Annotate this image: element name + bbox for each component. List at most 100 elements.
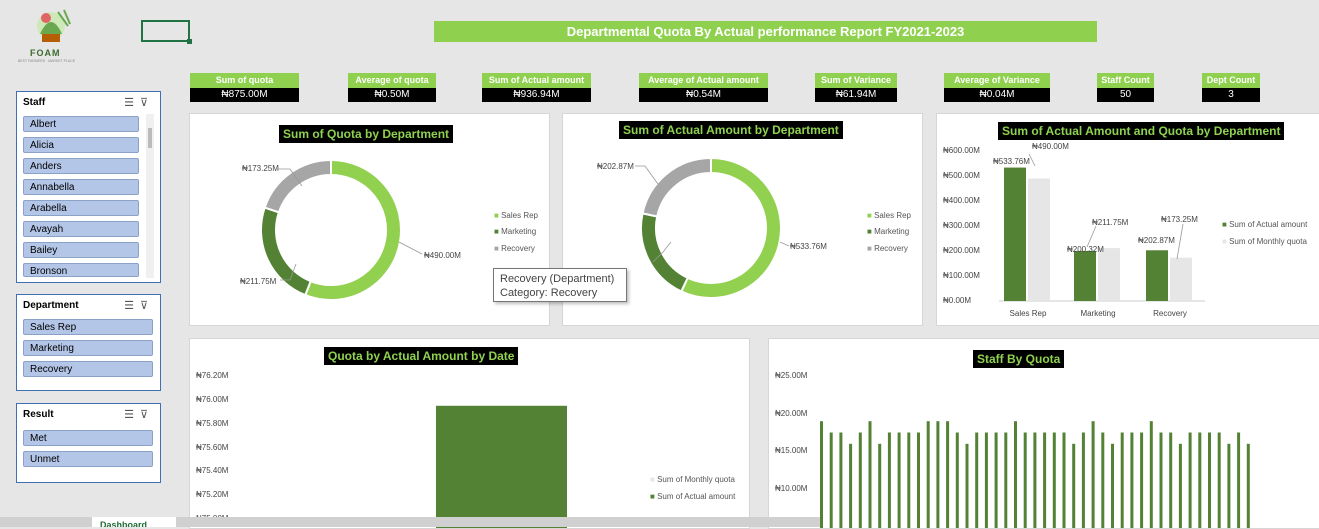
donut-slice[interactable] xyxy=(303,158,402,301)
bar[interactable] xyxy=(907,432,911,529)
multi-select-icon[interactable]: ☰ xyxy=(124,97,140,109)
bar[interactable] xyxy=(1062,432,1066,529)
clustered-bar-chart[interactable]: Sum of Actual Amount and Quota by Depart… xyxy=(936,113,1319,326)
slicer-item[interactable]: Anders xyxy=(23,158,139,174)
data-label: ₦533.76M xyxy=(790,242,827,251)
bar[interactable] xyxy=(436,405,567,528)
data-label: ₦211.75M xyxy=(1092,218,1129,227)
bar[interactable] xyxy=(1072,443,1076,528)
kpi-label: Staff Count xyxy=(1097,73,1154,88)
bar[interactable] xyxy=(975,432,979,529)
scrollbar[interactable] xyxy=(146,114,154,278)
bar[interactable] xyxy=(1004,167,1026,301)
bar[interactable] xyxy=(1052,432,1056,529)
bar[interactable] xyxy=(994,432,998,529)
bar[interactable] xyxy=(1208,432,1211,529)
kpi-value: ₦0.54M xyxy=(639,88,768,102)
clear-filter-icon[interactable]: ⊽ xyxy=(140,409,154,421)
legend-item: ■ Sales Rep xyxy=(867,211,911,220)
slicer-item[interactable]: Marketing xyxy=(23,340,153,356)
slicer-item[interactable]: Unmet xyxy=(23,451,153,467)
bar[interactable] xyxy=(897,432,901,529)
bar[interactable] xyxy=(1178,443,1182,528)
bar[interactable] xyxy=(1130,432,1134,529)
bar[interactable] xyxy=(887,432,891,529)
bar[interactable] xyxy=(1169,432,1173,529)
bar[interactable] xyxy=(1014,421,1017,528)
multi-select-icon[interactable]: ☰ xyxy=(124,300,140,312)
bar[interactable] xyxy=(965,443,969,528)
bar[interactable] xyxy=(1159,432,1163,529)
bar[interactable] xyxy=(820,421,823,528)
slicer-item[interactable]: Bronson xyxy=(23,263,139,277)
kpi-card: Sum of quota ₦875.00M xyxy=(190,73,299,102)
bar[interactable] xyxy=(1146,250,1168,301)
bar[interactable] xyxy=(1188,432,1192,529)
bar[interactable] xyxy=(829,432,833,529)
bar[interactable] xyxy=(1170,257,1192,301)
bar[interactable] xyxy=(1098,248,1120,301)
bar[interactable] xyxy=(1101,432,1105,529)
bar[interactable] xyxy=(1111,443,1114,528)
donut-slice[interactable] xyxy=(641,156,712,218)
clear-filter-icon[interactable]: ⊽ xyxy=(140,97,154,109)
bar[interactable] xyxy=(1237,432,1241,529)
sheet-tab-dashboard[interactable]: Dashboard xyxy=(92,517,176,527)
bar[interactable] xyxy=(1081,432,1085,529)
bar[interactable] xyxy=(1149,421,1153,528)
leader-line xyxy=(779,241,790,247)
staff-by-quota-chart[interactable]: Staff By Quota ₦10.00M ₦15.00M ₦20.00M ₦25.… xyxy=(768,338,1319,529)
bar[interactable] xyxy=(1217,432,1221,529)
bar[interactable] xyxy=(1004,432,1008,529)
bar[interactable] xyxy=(1091,421,1095,528)
bar[interactable] xyxy=(878,443,882,528)
bar[interactable] xyxy=(1043,432,1047,529)
bar[interactable] xyxy=(1246,443,1250,528)
bar[interactable] xyxy=(839,432,843,529)
bar[interactable] xyxy=(917,432,920,529)
legend-item: ■ Sales Rep xyxy=(494,211,538,220)
bar[interactable] xyxy=(868,421,872,528)
kpi-value: ₦875.00M xyxy=(190,88,299,102)
kpi-card: Dept Count 3 xyxy=(1202,73,1260,102)
donut-slice[interactable] xyxy=(679,156,782,299)
bar[interactable] xyxy=(1023,432,1027,529)
bar[interactable] xyxy=(1227,443,1231,528)
multi-select-icon[interactable]: ☰ xyxy=(124,409,140,421)
legend-label: Sum of Monthly quota xyxy=(1229,237,1307,246)
active-cell-selection[interactable] xyxy=(141,20,192,44)
slicer-item[interactable]: Avayah xyxy=(23,221,139,237)
kpi-card: Average of Variance ₦0.04M xyxy=(944,73,1050,102)
legend-item: ■ Sum of Monthly quota xyxy=(1222,237,1307,246)
slicer-item[interactable]: Met xyxy=(23,430,153,446)
slicer-item[interactable]: Alicia xyxy=(23,137,139,153)
bar[interactable] xyxy=(1140,432,1144,529)
bar[interactable] xyxy=(926,421,930,528)
result-slicer: Result ☰⊽ Met Unmet xyxy=(16,403,161,483)
slicer-item[interactable]: Arabella xyxy=(23,200,139,216)
kpi-value: ₦61.94M xyxy=(815,88,897,102)
bar[interactable] xyxy=(858,432,862,529)
bar[interactable] xyxy=(946,421,950,528)
bar[interactable] xyxy=(955,432,959,529)
donut-slice[interactable] xyxy=(640,212,690,293)
slicer-item[interactable]: Albert xyxy=(23,116,139,132)
legend-label: Sales Rep xyxy=(501,211,538,220)
x-tick-label: Recovery xyxy=(1153,309,1187,318)
bar[interactable] xyxy=(1198,432,1202,529)
bar[interactable] xyxy=(1120,432,1124,529)
legend-item: ■ Recovery xyxy=(867,244,908,253)
bar[interactable] xyxy=(1028,178,1050,302)
bar[interactable] xyxy=(936,421,940,528)
slicer-item[interactable]: Bailey xyxy=(23,242,139,258)
bar[interactable] xyxy=(1074,250,1096,301)
bar[interactable] xyxy=(1033,432,1037,529)
slicer-item[interactable]: Annabella xyxy=(23,179,139,195)
slicer-item[interactable]: Recovery xyxy=(23,361,153,377)
clear-filter-icon[interactable]: ⊽ xyxy=(140,300,154,312)
scrollbar-thumb[interactable] xyxy=(148,128,152,148)
quota-by-date-chart[interactable]: Quota by Actual Amount by Date ₦75.00M₦7… xyxy=(189,338,750,529)
slicer-item[interactable]: Sales Rep xyxy=(23,319,153,335)
bar[interactable] xyxy=(849,443,853,528)
bar[interactable] xyxy=(984,432,988,529)
